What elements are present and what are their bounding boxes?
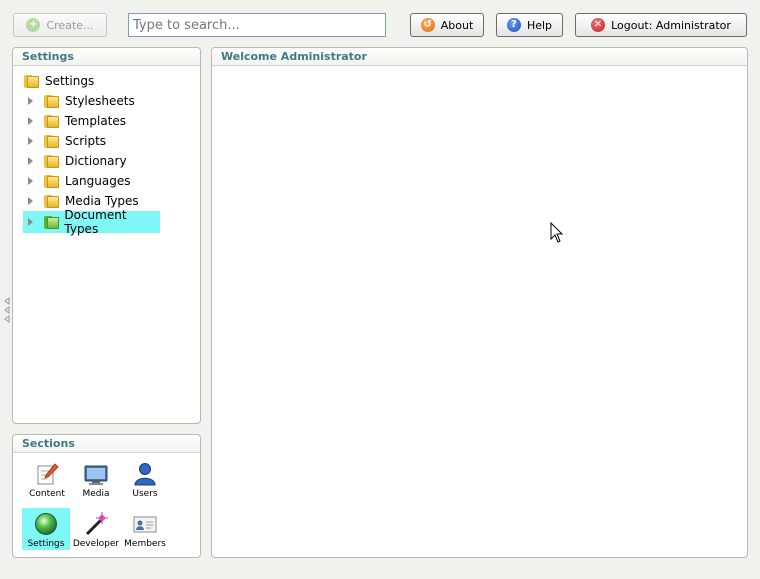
expand-arrow-icon[interactable] — [28, 197, 33, 205]
expand-arrow-icon[interactable] — [28, 117, 33, 125]
help-question-icon: ? — [506, 18, 521, 32]
create-button[interactable]: + Create... — [13, 13, 107, 37]
folder-icon — [44, 134, 59, 148]
tree-item-label: Document Types — [64, 208, 127, 236]
tree-root-label: Settings — [45, 74, 95, 88]
mouse-cursor-icon — [550, 221, 564, 244]
folder-icon — [24, 74, 39, 88]
sections-panel-title: Sections — [13, 435, 200, 453]
section-label: Members — [124, 539, 166, 549]
collapse-arrows-icon — [4, 297, 10, 323]
tree-item-dictionary[interactable]: Dictionary — [28, 152, 127, 170]
create-button-label: Create... — [46, 18, 94, 32]
folder-icon — [44, 94, 59, 108]
section-label: Developer — [72, 539, 120, 549]
help-button[interactable]: ? Help — [496, 13, 563, 37]
logout-button-label: Logout: Administrator — [611, 18, 731, 32]
search-input[interactable] — [128, 13, 386, 37]
tree-item-label: Templates — [65, 114, 127, 128]
tree-item-label: Media Types — [65, 194, 139, 208]
expand-arrow-icon[interactable] — [28, 137, 33, 145]
users-person-icon — [133, 462, 157, 486]
tree-item-stylesheets[interactable]: Stylesheets — [28, 92, 135, 110]
folder-icon — [44, 154, 59, 168]
expand-arrow-icon[interactable] — [28, 177, 33, 185]
tree-item-label: Languages — [65, 174, 131, 188]
tree-item-languages[interactable]: Languages — [28, 172, 130, 190]
section-settings[interactable]: Settings — [22, 508, 70, 550]
tree-root-settings[interactable]: Settings — [24, 72, 94, 90]
plus-icon: + — [26, 18, 41, 32]
help-button-label: Help — [526, 18, 553, 32]
members-card-icon — [133, 512, 157, 536]
logout-x-icon: ✕ — [591, 18, 606, 32]
section-label: Settings — [27, 539, 65, 549]
panel-collapse-handle[interactable] — [3, 296, 11, 324]
section-media[interactable]: Media — [72, 458, 120, 502]
main-panel: Welcome Administrator — [211, 47, 748, 558]
section-label: Content — [29, 489, 65, 499]
tree-item-label: Scripts — [65, 134, 107, 148]
section-label: Media — [82, 489, 110, 499]
section-users[interactable]: Users — [121, 458, 169, 502]
main-panel-title: Welcome Administrator — [212, 48, 747, 66]
expand-arrow-icon[interactable] — [28, 97, 33, 105]
expand-arrow-icon[interactable] — [28, 157, 33, 165]
tree-item-templates[interactable]: Templates — [28, 112, 126, 130]
settings-orb-icon — [34, 512, 58, 536]
section-content[interactable]: Content — [23, 458, 71, 502]
tree-item-label: Dictionary — [65, 154, 127, 168]
about-orange-icon: ↺ — [420, 18, 435, 32]
tree-item-scripts[interactable]: Scripts — [28, 132, 106, 150]
logout-button[interactable]: ✕ Logout: Administrator — [575, 13, 747, 37]
tree-item-label: Stylesheets — [65, 94, 135, 108]
expand-arrow-icon[interactable] — [28, 218, 33, 226]
tree-item-document-types[interactable]: Document Types — [23, 208, 160, 236]
folder-icon — [44, 174, 59, 188]
media-monitor-icon — [84, 462, 108, 486]
tree-panel-title: Settings — [13, 48, 200, 66]
section-developer[interactable]: Developer — [72, 508, 120, 552]
about-button[interactable]: ↺ About — [410, 13, 484, 37]
folder-icon — [44, 194, 59, 208]
about-button-label: About — [440, 18, 474, 32]
folder-icon — [44, 114, 59, 128]
folder-icon — [44, 215, 59, 229]
section-label: Users — [132, 489, 158, 499]
content-pencil-icon — [35, 462, 59, 486]
developer-wand-icon — [84, 512, 108, 536]
section-members[interactable]: Members — [121, 508, 169, 552]
